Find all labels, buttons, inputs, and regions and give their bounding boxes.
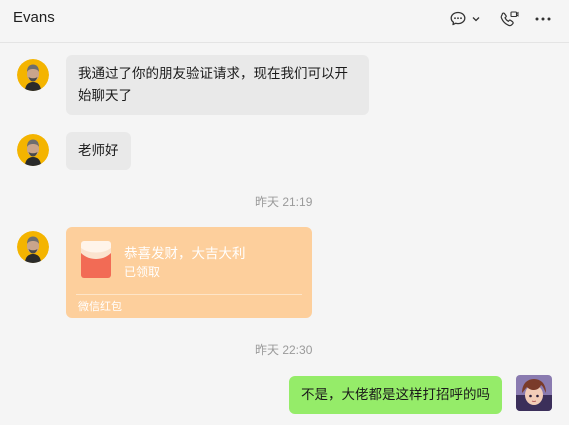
red-packet-title: 恭喜发财，大吉大利 xyxy=(124,246,246,262)
message-text: 不是，大佬都是这样打招呼的吗 xyxy=(301,387,490,403)
divider xyxy=(76,294,302,295)
more-icon[interactable] xyxy=(535,9,551,29)
timestamp: 昨天 21:19 xyxy=(255,195,313,209)
chat-header: Evans xyxy=(0,0,569,43)
self-avatar[interactable] xyxy=(516,375,552,411)
contact-avatar[interactable] xyxy=(17,59,49,91)
red-packet-status: 已领取 xyxy=(124,265,161,279)
red-packet-card[interactable]: 恭喜发财，大吉大利 已领取 微信红包 xyxy=(66,227,312,318)
message-text: 我通过了你的朋友验证请求，现在我们可以开 xyxy=(78,66,348,82)
timestamp: 昨天 22:30 xyxy=(255,343,313,357)
chevron-down-icon[interactable] xyxy=(471,9,481,29)
message-text: 老师好 xyxy=(78,143,119,159)
message-bubble-outgoing[interactable]: 不是，大佬都是这样打招呼的吗 xyxy=(289,376,502,414)
red-packet-icon xyxy=(81,241,111,278)
contact-avatar[interactable] xyxy=(17,134,49,166)
video-call-icon[interactable] xyxy=(499,9,519,29)
red-packet-footer: 微信红包 xyxy=(78,300,122,313)
contact-avatar[interactable] xyxy=(17,231,49,263)
message-bubble-incoming[interactable]: 我通过了你的朋友验证请求，现在我们可以开 始聊天了 xyxy=(66,55,369,115)
chat-title: Evans xyxy=(13,9,55,26)
message-text: 始聊天了 xyxy=(78,88,132,104)
message-bubble-incoming[interactable]: 老师好 xyxy=(66,132,131,170)
chat-bubble-icon[interactable] xyxy=(449,9,467,29)
